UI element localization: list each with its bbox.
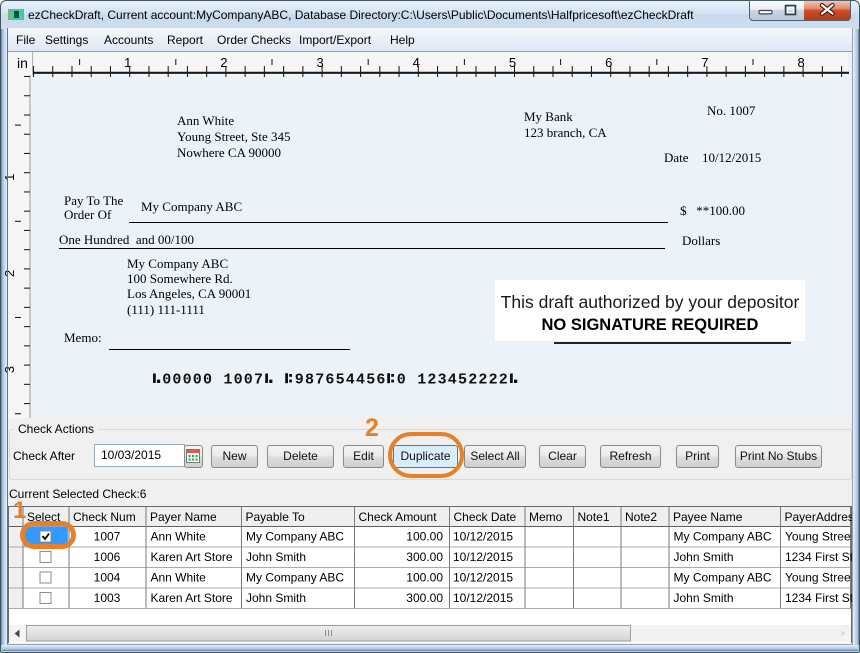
- svg-text:John Smith: John Smith: [674, 550, 734, 564]
- svg-text:4: 4: [413, 55, 420, 70]
- svg-text:Young Stree: Young Stree: [785, 571, 851, 585]
- svg-text:0: 0: [234, 372, 243, 388]
- svg-text:5: 5: [458, 372, 467, 388]
- svg-text:Note1: Note1: [578, 510, 610, 524]
- svg-text:8: 8: [797, 55, 804, 70]
- svg-text:Payer Name: Payer Name: [150, 510, 217, 524]
- svg-text:0: 0: [183, 372, 192, 388]
- svg-text:6: 6: [376, 372, 385, 388]
- svg-text:My Company ABC: My Company ABC: [674, 530, 772, 544]
- svg-text:6: 6: [325, 372, 334, 388]
- svg-text:Young Stree: Young Stree: [785, 530, 851, 544]
- svg-text:3: 3: [438, 372, 447, 388]
- svg-text:My Company ABC: My Company ABC: [246, 530, 344, 544]
- svg-text:Karen Art Store: Karen Art Store: [151, 550, 233, 564]
- svg-text:1: 1: [2, 174, 17, 181]
- svg-text:John Smith: John Smith: [674, 591, 734, 605]
- svg-text:3: 3: [316, 55, 323, 70]
- svg-text:6: 6: [605, 55, 612, 70]
- svg-text:0: 0: [162, 372, 171, 388]
- svg-text:2: 2: [499, 372, 508, 388]
- svg-text:300.00: 300.00: [406, 591, 443, 605]
- svg-text:1: 1: [417, 372, 426, 388]
- svg-text:7: 7: [254, 372, 263, 388]
- svg-text:Check Amount: Check Amount: [359, 510, 438, 524]
- svg-text:My Company ABC: My Company ABC: [674, 571, 772, 585]
- svg-text:My Company ABC: My Company ABC: [246, 571, 344, 585]
- svg-text:1234 First Str: 1234 First Str: [785, 550, 852, 564]
- svg-text:0: 0: [397, 372, 406, 388]
- svg-text:1: 1: [124, 55, 131, 70]
- svg-text:10/12/2015: 10/12/2015: [453, 530, 513, 544]
- svg-text:8: 8: [305, 372, 314, 388]
- svg-text:1007: 1007: [94, 530, 121, 544]
- svg-text:10/12/2015: 10/12/2015: [453, 550, 513, 564]
- svg-text:7: 7: [315, 372, 324, 388]
- svg-text:John Smith: John Smith: [246, 550, 306, 564]
- svg-text:John Smith: John Smith: [246, 591, 306, 605]
- svg-text:Note2: Note2: [625, 510, 657, 524]
- svg-text:2: 2: [427, 372, 436, 388]
- svg-text:1006: 1006: [94, 550, 121, 564]
- svg-text:PayerAddres: PayerAddres: [785, 510, 853, 524]
- svg-text:Karen Art Store: Karen Art Store: [151, 591, 233, 605]
- svg-text:1: 1: [223, 372, 232, 388]
- svg-text:100.00: 100.00: [406, 571, 443, 585]
- svg-text:10/12/2015: 10/12/2015: [453, 591, 513, 605]
- svg-text:3: 3: [2, 366, 17, 373]
- svg-text:9: 9: [295, 372, 304, 388]
- svg-text:Payee Name: Payee Name: [673, 510, 743, 524]
- svg-text:7: 7: [701, 55, 708, 70]
- svg-text:0: 0: [193, 372, 202, 388]
- svg-text:5: 5: [336, 372, 345, 388]
- svg-text:100.00: 100.00: [406, 530, 443, 544]
- svg-text:Ann White: Ann White: [151, 571, 207, 585]
- svg-text:Check Num: Check Num: [73, 510, 136, 524]
- svg-text:4: 4: [356, 372, 365, 388]
- svg-text:5: 5: [509, 55, 516, 70]
- svg-text:4: 4: [448, 372, 457, 388]
- svg-text:10/12/2015: 10/12/2015: [453, 571, 513, 585]
- svg-text:2: 2: [2, 270, 17, 277]
- svg-text:2: 2: [489, 372, 498, 388]
- svg-text:0: 0: [172, 372, 181, 388]
- svg-text:2: 2: [468, 372, 477, 388]
- svg-text:1234 First Str: 1234 First Str: [785, 591, 852, 605]
- svg-text:Check Date: Check Date: [454, 510, 517, 524]
- svg-text:300.00: 300.00: [406, 550, 443, 564]
- svg-text:2: 2: [220, 55, 227, 70]
- svg-text:2: 2: [478, 372, 487, 388]
- svg-text:Ann White: Ann White: [151, 530, 207, 544]
- svg-text:1004: 1004: [94, 571, 121, 585]
- svg-text:0: 0: [203, 372, 212, 388]
- svg-text:4: 4: [346, 372, 355, 388]
- svg-text:0: 0: [244, 372, 253, 388]
- svg-text:Payable To: Payable To: [246, 510, 305, 524]
- svg-text:Memo: Memo: [529, 510, 563, 524]
- svg-text:5: 5: [366, 372, 375, 388]
- svg-text:1003: 1003: [94, 591, 121, 605]
